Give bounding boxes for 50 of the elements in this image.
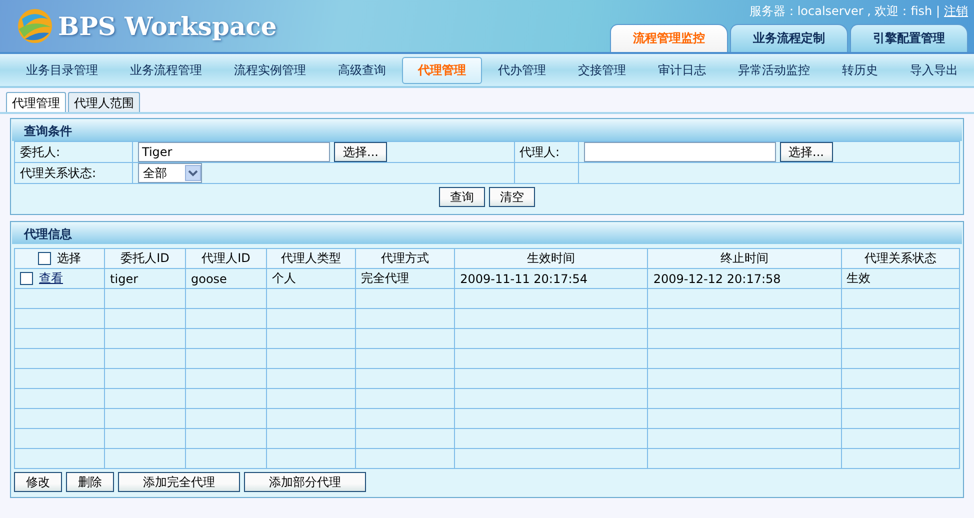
action-button[interactable]: 修改 — [14, 472, 62, 492]
table-cell: 2009-11-11 20:17:54 — [454, 268, 648, 288]
sub-tab[interactable]: 代理管理 — [6, 92, 66, 112]
table-cell: 生效 — [841, 268, 960, 288]
table-cell: 完全代理 — [355, 268, 455, 288]
column-header: 选择 — [57, 250, 82, 266]
action-button[interactable]: 添加完全代理 — [118, 472, 240, 492]
text-field[interactable] — [584, 142, 776, 162]
nav-item[interactable]: 流程实例管理 — [218, 56, 322, 84]
field-label: 委托人: — [14, 142, 132, 162]
choose-button[interactable]: 选择... — [780, 142, 833, 162]
action-button[interactable]: 查询 — [439, 187, 485, 207]
panel-header: 代理信息 — [12, 223, 962, 244]
column-header: 代理人ID — [185, 248, 266, 268]
server-info: 服务器：localserver , 欢迎：fish | — [749, 3, 940, 20]
nav-item[interactable]: 审计日志 — [642, 56, 722, 84]
panel-header: 查询条件 — [12, 120, 962, 141]
nav-item[interactable]: 业务流程管理 — [114, 56, 218, 84]
table-cell: 2009-12-12 20:17:58 — [648, 268, 842, 288]
nav-item[interactable]: 异常活动监控 — [722, 56, 826, 84]
field-label: 代理人: — [514, 142, 578, 162]
view-link[interactable]: 查看 — [39, 271, 63, 285]
status-dropdown[interactable]: 全部 — [138, 163, 202, 183]
nav-item[interactable]: 交接管理 — [562, 56, 642, 84]
nav-item[interactable]: 转历史 — [826, 56, 894, 84]
sub-tab[interactable]: 代理人范围 — [68, 92, 140, 112]
column-header: 代理人类型 — [266, 248, 356, 268]
column-header: 代理关系状态 — [841, 248, 960, 268]
table-cell: tiger — [104, 268, 186, 288]
action-button[interactable]: 清空 — [489, 187, 535, 207]
column-header: 终止时间 — [648, 248, 842, 268]
choose-button[interactable]: 选择... — [334, 142, 388, 162]
text-field[interactable]: Tiger — [138, 142, 330, 162]
table-cell: goose — [185, 268, 266, 288]
action-button[interactable]: 添加部分代理 — [244, 472, 366, 492]
top-tab[interactable]: 引擎配置管理 — [850, 24, 968, 52]
column-header: 代理方式 — [355, 248, 455, 268]
column-header: 委托人ID — [104, 248, 186, 268]
logo-text: BPS Workspace — [58, 12, 277, 40]
nav-item[interactable]: 导入导出 — [894, 56, 974, 84]
nav-item[interactable]: 高级查询 — [322, 56, 402, 84]
select-all-checkbox[interactable] — [38, 252, 52, 264]
row-checkbox[interactable] — [20, 272, 33, 286]
column-header: 生效时间 — [454, 248, 648, 268]
nav-item[interactable]: 代办管理 — [482, 56, 562, 84]
top-tab[interactable]: 业务流程定制 — [730, 24, 848, 52]
field-label: 代理关系状态: — [14, 162, 132, 184]
action-button[interactable]: 删除 — [66, 472, 114, 492]
nav-item[interactable]: 业务目录管理 — [10, 56, 114, 84]
table-cell: 个人 — [266, 268, 356, 288]
